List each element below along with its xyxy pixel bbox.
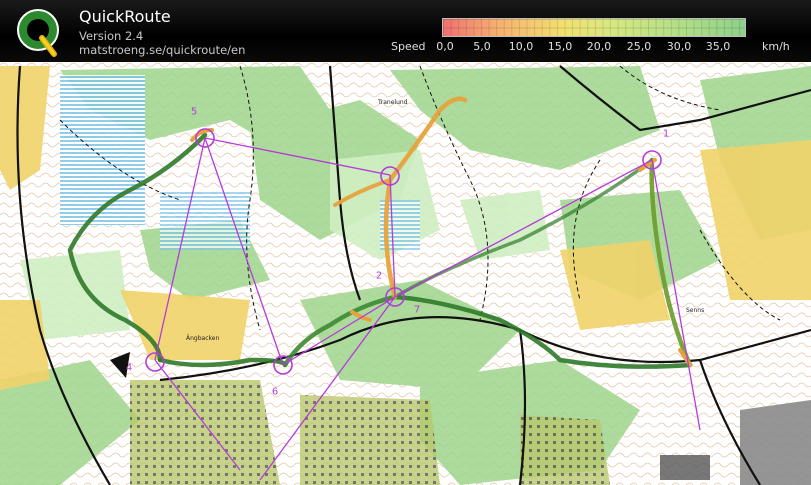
control-number: 2 [375,270,383,282]
speed-tick: 0,0 [436,40,454,53]
control-number: 5 [190,106,198,118]
control-number: 1 [662,128,670,140]
place-label: Ängbacken [186,335,220,342]
speed-tick: 15,0 [547,40,573,53]
orienteering-map[interactable]: Tranelund Ängbacken Senns 1 2 4 5 6 7 [0,62,811,485]
speed-tick-labels: 0,0 5,0 10,0 15,0 20,0 25,0 30,0 35,0 [0,40,811,54]
map-graphics [0,62,811,485]
control-number: 6 [271,386,279,398]
place-label: Tranelund [378,99,408,106]
control-number: 4 [125,362,133,374]
speed-tick: 35,0 [705,40,731,53]
place-label: Senns [686,307,705,314]
marsh-area [60,75,145,225]
speed-tick: 30,0 [666,40,692,53]
speed-tick: 5,0 [473,40,491,53]
speed-unit: km/h [762,40,790,53]
speed-tick: 25,0 [626,40,652,53]
speed-tick: 20,0 [586,40,612,53]
speed-tick: 10,0 [508,40,534,53]
control-number: 7 [413,304,421,316]
app-header: QuickRoute Version 2.4 matstroeng.se/qui… [0,0,811,62]
speed-color-scale [442,18,746,37]
app-title: QuickRoute [79,7,171,26]
